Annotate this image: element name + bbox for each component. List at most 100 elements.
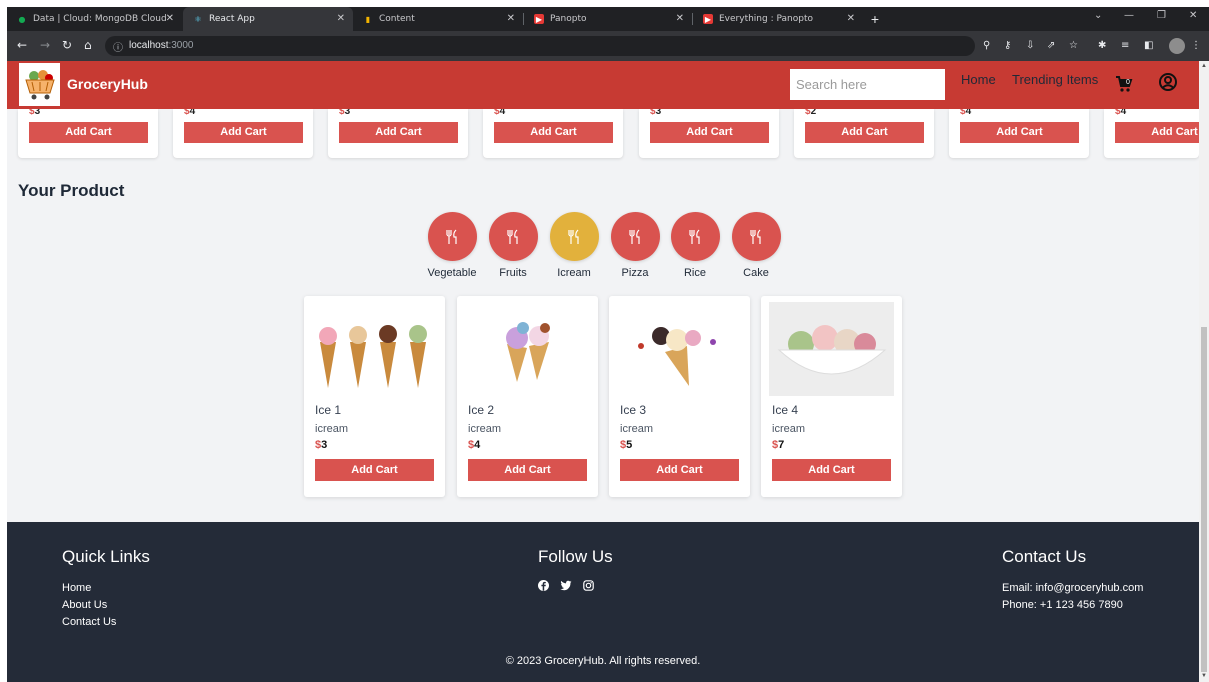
footer-link-contact[interactable]: Contact Us [62,616,116,628]
omnibox[interactable]: ⓘ localhost:3000 [105,36,975,56]
footer-link-about[interactable]: About Us [62,599,107,611]
category-vegetable[interactable]: Vegetable [422,212,482,279]
home-icon[interactable]: ⌂ [84,38,92,52]
scroll-down-arrow-icon[interactable]: ▼ [1201,673,1207,679]
user-profile-icon[interactable] [1158,72,1178,97]
panopto-icon: ▶ [703,14,713,24]
bookmark-star-icon[interactable]: ☆ [1069,40,1078,51]
brand-name[interactable]: GroceryHub [67,76,148,92]
add-cart-button[interactable]: Add Cart [1115,122,1199,143]
category-label: Cake [743,267,769,279]
back-icon[interactable]: ← [17,38,27,52]
tab-mongodb[interactable]: ● Data | Cloud: MongoDB Cloud ✕ [7,7,182,31]
menu-kebab-icon[interactable]: ⋮ [1191,40,1201,51]
tab-everything-panopto[interactable]: ▶ Everything : Panopto ✕ [693,7,863,31]
category-cake[interactable]: Cake [726,212,786,279]
mongodb-leaf-icon: ● [18,14,26,24]
add-cart-button[interactable]: Add Cart [772,459,891,481]
strip-product-card: $4 Add Cart [1104,109,1199,158]
strip-product-card: $3 Add Cart [328,109,468,158]
browser-window: ● Data | Cloud: MongoDB Cloud ✕ ⚛ React … [7,7,1209,682]
twitter-icon[interactable] [560,578,572,596]
contact-phone: Phone: +1 123 456 7890 [1002,599,1123,611]
utensils-icon [670,212,720,261]
tab-content[interactable]: ▮ Content ✕ [353,7,523,31]
product-image-ice-cream-bowl [769,302,894,396]
minimize-icon[interactable]: — [1124,10,1134,21]
follow-us-heading: Follow Us [538,547,613,566]
add-cart-button[interactable]: Add Cart [29,122,148,143]
new-tab-button[interactable]: + [866,10,884,28]
close-tab-icon[interactable]: ✕ [847,13,855,24]
close-window-icon[interactable]: ✕ [1189,10,1197,21]
profile-avatar[interactable] [1169,38,1185,54]
logo[interactable] [19,63,60,106]
add-cart-button[interactable]: Add Cart [805,122,924,143]
add-cart-button[interactable]: Add Cart [315,459,434,481]
share-icon[interactable]: ⇗ [1047,40,1055,51]
key-icon[interactable]: ⚷ [1004,40,1011,51]
strip-price: $4 [1115,109,1127,117]
strip-product-card: $2 Add Cart [794,109,934,158]
category-label: Rice [683,267,706,279]
product-category: icream [468,423,502,435]
tab-search-icon[interactable]: ⌄ [1094,10,1102,21]
instagram-icon[interactable] [583,578,594,596]
category-icream[interactable]: Icream [544,212,604,279]
nav-home[interactable]: Home [961,72,996,87]
add-cart-button[interactable]: Add Cart [620,459,739,481]
add-cart-button[interactable]: Add Cart [494,122,613,143]
close-tab-icon[interactable]: ✕ [166,13,174,24]
search-input[interactable] [790,69,945,100]
utensils-icon [731,212,781,261]
utensils-icon [549,212,599,261]
site-footer: Quick Links Home About Us Contact Us Fol… [7,522,1199,682]
nav-trending-items[interactable]: Trending Items [1012,72,1098,87]
product-image-ice-cream-pair [506,322,550,382]
side-panel-icon[interactable]: ◧ [1144,40,1153,51]
forward-icon[interactable]: → [40,38,50,52]
product-name: Ice 3 [620,403,647,417]
strip-price: $4 [494,109,506,117]
add-cart-button[interactable]: Add Cart [184,122,303,143]
product-card: Ice 2 icream $4 Add Cart [457,296,598,497]
add-cart-button[interactable]: Add Cart [650,122,769,143]
category-fruits[interactable]: Fruits [483,212,543,279]
quick-links-heading: Quick Links [62,547,150,566]
category-pizza[interactable]: Pizza [605,212,665,279]
close-tab-icon[interactable]: ✕ [507,13,515,24]
category-label: Icream [557,267,591,279]
product-price: $3 [315,439,328,451]
extensions-puzzle-icon[interactable]: ✱ [1098,40,1106,51]
location-icon[interactable]: ⚲ [983,40,990,51]
strip-price: $3 [650,109,662,117]
utensils-icon [427,212,477,261]
facebook-icon[interactable] [538,578,549,596]
close-tab-icon[interactable]: ✕ [676,13,684,24]
strip-product-card: $3 Add Cart [18,109,158,158]
scroll-up-arrow-icon[interactable]: ▲ [1201,63,1207,69]
strip-price: $4 [960,109,972,117]
restore-icon[interactable]: ❐ [1157,10,1166,21]
utensils-icon [488,212,538,261]
bar-chart-icon: ▮ [365,14,371,24]
tab-react-app[interactable]: ⚛ React App ✕ [183,7,353,31]
site-info-icon[interactable]: ⓘ [113,39,123,54]
product-image-ice-cream-splash [638,327,716,386]
category-rice[interactable]: Rice [665,212,725,279]
footer-link-home[interactable]: Home [62,582,91,594]
strip-product-card: $3 Add Cart [639,109,779,158]
cart-icon[interactable]: 0 [1115,75,1133,98]
add-cart-button[interactable]: Add Cart [960,122,1079,143]
reload-icon[interactable]: ↻ [62,38,72,52]
grocery-basket-icon [24,69,55,99]
category-label: Pizza [621,267,649,279]
add-cart-button[interactable]: Add Cart [468,459,587,481]
category-label: Fruits [499,267,527,279]
add-cart-button[interactable]: Add Cart [339,122,458,143]
install-icon[interactable]: ⇩ [1026,40,1034,51]
tab-panopto[interactable]: ▶ Panopto ✕ [524,7,692,31]
close-tab-icon[interactable]: ✕ [337,13,345,24]
scrollbar-thumb[interactable] [1201,327,1207,672]
reading-list-icon[interactable]: ≡ [1121,40,1129,51]
